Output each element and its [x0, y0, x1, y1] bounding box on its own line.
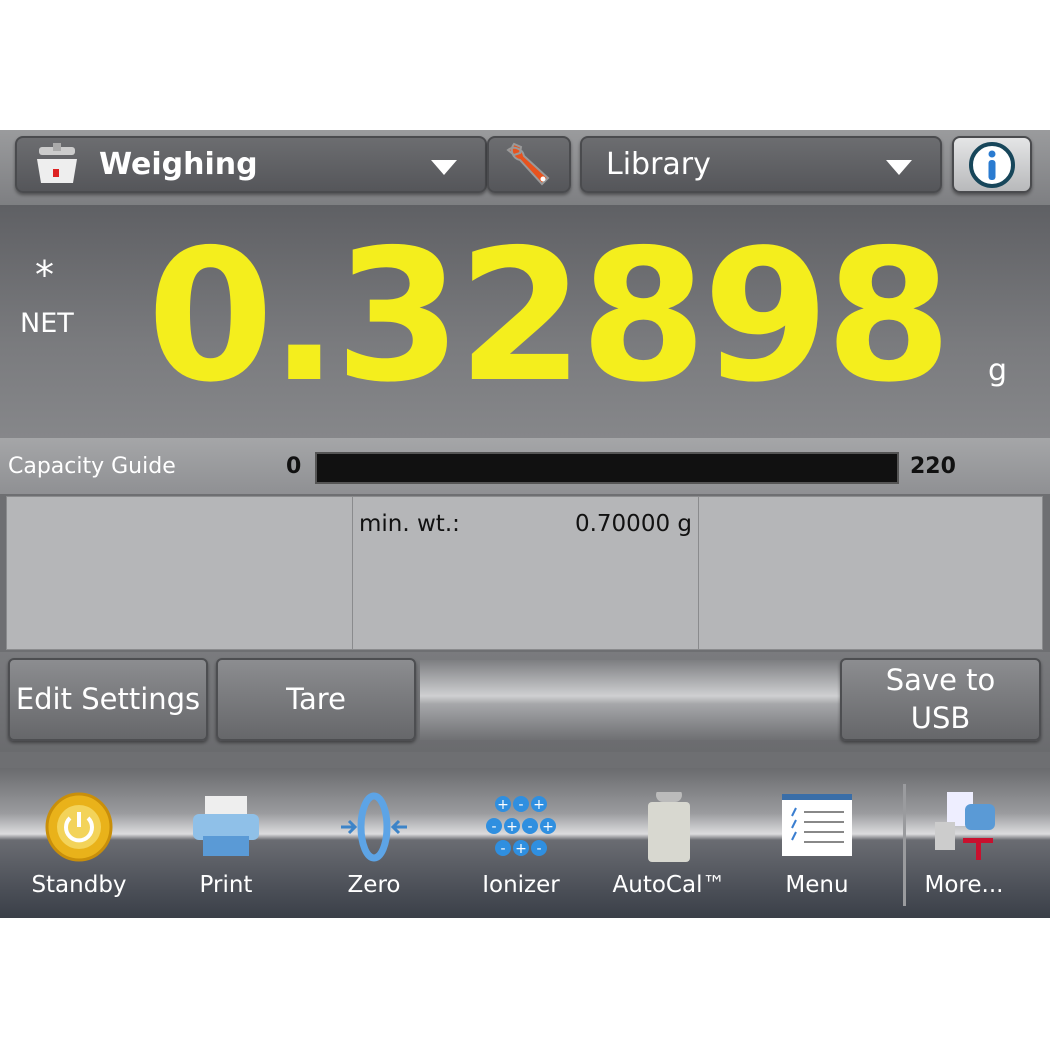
calibration-weight-icon: [648, 792, 690, 862]
save-label-line1: Save to: [885, 662, 996, 697]
more-icon: [935, 792, 995, 860]
svg-text:-: -: [491, 819, 496, 835]
top-bar: Weighing Library: [0, 130, 1050, 205]
settings-button[interactable]: [487, 136, 571, 193]
zero-label: Zero: [347, 872, 401, 898]
svg-text:-: -: [500, 841, 505, 857]
min-weight-label: min. wt.:: [359, 511, 460, 537]
info-cell-left: [7, 497, 353, 649]
svg-text:+: +: [515, 841, 527, 857]
wrench-icon: [506, 142, 550, 185]
info-button[interactable]: [952, 136, 1032, 193]
power-icon: [45, 792, 113, 862]
svg-text:-: -: [518, 797, 523, 813]
menu-icon: [782, 794, 852, 856]
edit-settings-button[interactable]: Edit Settings: [8, 658, 208, 741]
ionizer-button[interactable]: + - + - + - + - + - Ionizer: [451, 768, 591, 918]
capacity-max: 220: [910, 454, 956, 479]
info-cell-right: [699, 497, 1042, 649]
capacity-guide: Capacity Guide 0 220: [0, 438, 1050, 494]
info-icon: [969, 141, 1015, 188]
weight-display: * NET 0.32898 g: [0, 205, 1050, 438]
zero-button[interactable]: Zero: [304, 768, 444, 918]
min-weight-value: 0.70000 g: [574, 511, 692, 537]
ionizer-label: Ionizer: [482, 872, 560, 898]
standby-label: Standby: [31, 872, 127, 898]
bottom-toolbar: Standby Print Zero + - + - + - + - + - Ionizer Au…: [0, 768, 1050, 918]
action-buttons: Edit Settings Tare Save to USB: [0, 652, 1050, 752]
chevron-down-icon: [431, 160, 457, 175]
library-dropdown[interactable]: Library: [580, 136, 942, 193]
svg-text:-: -: [527, 819, 532, 835]
stability-indicator: *: [35, 253, 54, 297]
net-label: NET: [20, 308, 74, 339]
capacity-bar: [315, 452, 899, 484]
menu-button[interactable]: Menu: [747, 768, 887, 918]
tare-button[interactable]: Tare: [216, 658, 416, 741]
autocal-label: AutoCal™: [612, 872, 726, 898]
more-button[interactable]: More...: [894, 768, 1034, 918]
info-cell-center: min. wt.: 0.70000 g: [353, 497, 699, 649]
unit-label: g: [988, 353, 1008, 388]
more-label: More...: [924, 872, 1004, 898]
svg-text:+: +: [542, 819, 554, 835]
zero-icon: [341, 792, 407, 862]
weight-value: 0.32898: [147, 210, 952, 422]
balance-icon: [37, 142, 77, 183]
application-label: Weighing: [99, 147, 258, 182]
standby-button[interactable]: Standby: [9, 768, 149, 918]
svg-text:+: +: [533, 797, 545, 813]
library-label: Library: [606, 147, 711, 182]
print-button[interactable]: Print: [156, 768, 296, 918]
save-to-usb-button[interactable]: Save to USB: [840, 658, 1041, 741]
autocal-button[interactable]: AutoCal™: [599, 768, 739, 918]
capacity-min: 0: [286, 454, 302, 479]
print-label: Print: [199, 872, 253, 898]
svg-text:-: -: [536, 841, 541, 857]
button-bar-spacer: [420, 660, 840, 740]
info-panel: min. wt.: 0.70000 g: [6, 496, 1043, 650]
capacity-guide-label: Capacity Guide: [8, 454, 176, 479]
printer-icon: [193, 796, 259, 856]
svg-text:+: +: [497, 797, 509, 813]
chevron-down-icon: [886, 160, 912, 175]
application-dropdown[interactable]: Weighing: [15, 136, 487, 193]
save-label-line2: USB: [910, 700, 971, 735]
menu-label: Menu: [785, 872, 849, 898]
ionizer-icon: + - +- + - +- + -: [486, 796, 556, 857]
balance-screen: Weighing Library * NET 0.32898 g Capacit…: [0, 130, 1050, 918]
svg-text:+: +: [506, 819, 518, 835]
